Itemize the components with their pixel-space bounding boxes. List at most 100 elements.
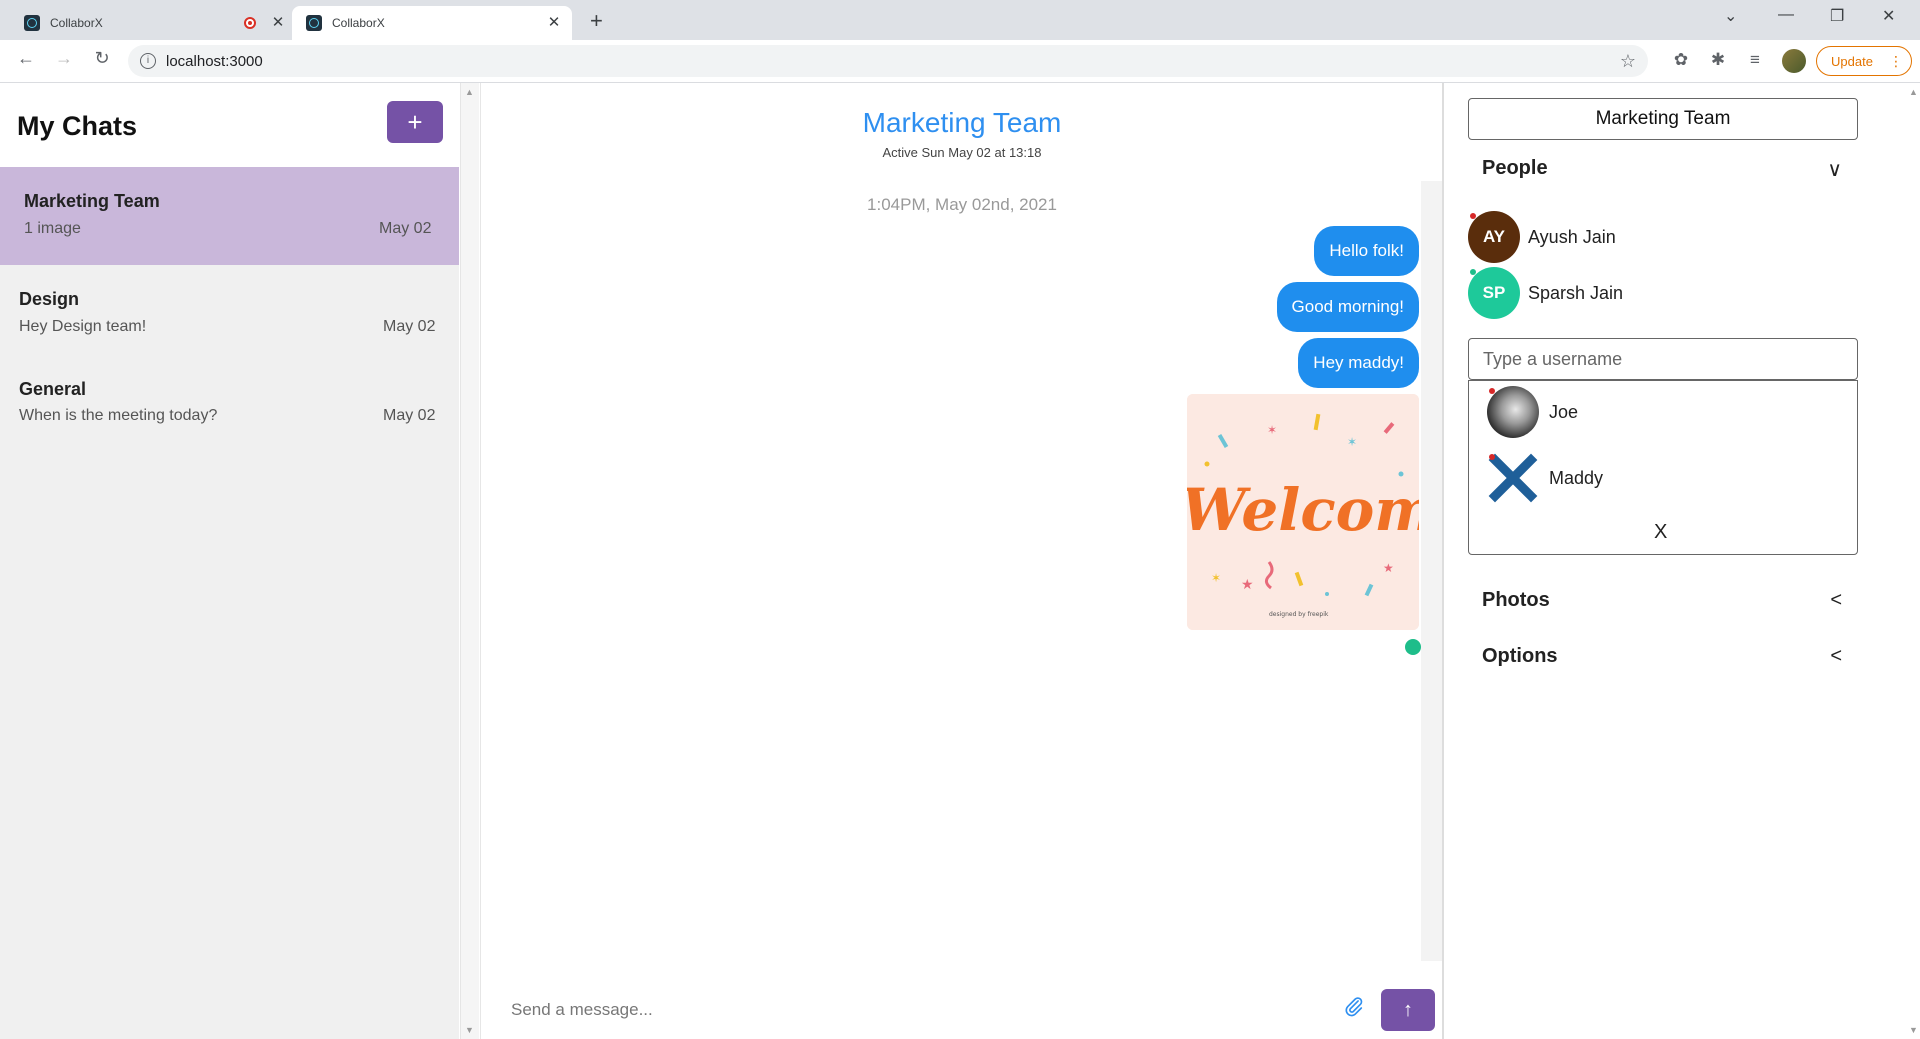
chat-feed: Marketing Team Active Sun May 02 at 13:1… (480, 83, 1443, 1039)
chat-item-marketing-team[interactable]: Marketing Team 1 image May 02 (0, 167, 459, 265)
more-menu-icon: ⋮ (1889, 52, 1903, 69)
people-section-header[interactable]: People ∨ (1482, 157, 1842, 181)
restore-icon[interactable]: ❐ (1830, 6, 1844, 26)
panel-scrollbar[interactable]: ▲ ▼ (1906, 83, 1920, 1039)
close-window-icon[interactable]: ✕ (1882, 6, 1895, 26)
close-tab-icon[interactable]: ✕ (546, 15, 562, 31)
paperclip-icon (1345, 997, 1363, 1017)
avatar: SP (1468, 267, 1520, 319)
offline-status-dot (1489, 454, 1495, 460)
attach-file-icon[interactable] (1343, 995, 1367, 1019)
online-status-dot (1470, 269, 1476, 275)
options-heading: Options (1482, 645, 1558, 667)
avatar: AY (1468, 211, 1520, 263)
reload-icon[interactable]: ↻ (90, 48, 114, 69)
chat-title-field[interactable]: Marketing Team (1468, 98, 1858, 140)
new-tab-icon[interactable]: + (590, 8, 603, 34)
svg-text:✶: ✶ (1347, 435, 1357, 449)
avatar-initials: SP (1482, 283, 1506, 302)
minimize-icon[interactable]: — (1778, 6, 1794, 24)
bookmark-star-icon[interactable]: ☆ (1620, 51, 1636, 72)
svg-text:✶: ✶ (1211, 571, 1221, 585)
address-bar[interactable]: i localhost:3000 ☆ (128, 45, 1648, 77)
chat-title: Marketing Team (862, 107, 1062, 138)
person-name: Sparsh Jain (1528, 282, 1624, 303)
browser-tab-1[interactable]: CollaborX ✕ (14, 6, 286, 40)
person-sparsh-jain[interactable]: SP Sparsh Jain (1468, 267, 1623, 319)
my-chats-heading: My Chats (17, 111, 138, 141)
sidebar-scrollbar[interactable]: ▲ ▼ (460, 83, 479, 1039)
chat-item-design[interactable]: Design Hey Design team! May 02 (0, 265, 459, 355)
read-receipt-dot (1405, 639, 1421, 655)
chevron-left-icon: < (1830, 589, 1842, 611)
chat-name: Design (19, 289, 80, 309)
close-tab-icon[interactable]: ✕ (270, 15, 286, 31)
message-timestamp: 1:04PM, May 02nd, 2021 (867, 195, 1057, 214)
new-chat-button[interactable]: + (387, 101, 443, 143)
welcome-text: Welcome (1187, 476, 1419, 544)
chat-preview: When is the meeting today? (19, 407, 218, 424)
media-queue-icon[interactable]: ≡ (1744, 50, 1766, 70)
url-text: localhost:3000 (166, 52, 263, 70)
chat-list-sidebar: My Chats + Marketing Team 1 image May 02… (0, 83, 459, 1039)
photos-section-header[interactable]: Photos < (1482, 589, 1842, 612)
chat-name: General (19, 379, 87, 399)
chat-preview: 1 image (24, 220, 81, 237)
people-heading: People (1482, 157, 1548, 179)
message-bubble: Hey maddy! (1298, 338, 1419, 388)
offline-status-dot (1470, 213, 1476, 219)
update-button[interactable]: Update ⋮ (1816, 46, 1912, 76)
scroll-down-icon[interactable]: ▼ (1909, 1025, 1918, 1035)
options-section-header[interactable]: Options < (1482, 645, 1842, 668)
chat-name: Marketing Team (24, 191, 160, 211)
avatar (1487, 452, 1539, 504)
image-credit: designed by freepik (1269, 611, 1329, 618)
chat-date: May 02 (379, 220, 432, 237)
svg-text:★: ★ (1241, 577, 1254, 593)
offline-status-dot (1489, 388, 1495, 394)
suggestion-maddy[interactable]: Maddy (1487, 452, 1603, 504)
username-suggestions: Joe Maddy X (1468, 380, 1858, 555)
chat-settings-panel: Marketing Team People ∨ AY Ayush Jain SP… (1442, 83, 1920, 1039)
welcome-illustration: ✶ ✶ ★ ★ ✶ Welcome designed by freepik (1187, 394, 1419, 630)
chat-date: May 02 (383, 318, 436, 335)
collaborx-app: My Chats + Marketing Team 1 image May 02… (0, 83, 1920, 1039)
avatar (1487, 386, 1539, 438)
puzzle-extensions-icon[interactable]: ✱ (1707, 50, 1729, 70)
tab-title: CollaborX (50, 16, 103, 30)
scroll-up-icon[interactable]: ▲ (1909, 87, 1918, 97)
chat-preview: Hey Design team! (19, 318, 147, 335)
react-favicon-icon (24, 15, 40, 31)
person-name: Ayush Jain (1528, 226, 1616, 247)
chat-active-status: Active Sun May 02 at 13:18 (882, 145, 1042, 160)
chat-item-general[interactable]: General When is the meeting today? May 0… (0, 355, 459, 445)
suggestion-joe[interactable]: Joe (1487, 386, 1578, 438)
avatar-initials: AY (1482, 227, 1506, 246)
svg-text:★: ★ (1383, 561, 1394, 575)
close-suggestions-button[interactable]: X (1654, 521, 1667, 544)
browser-toolbar: ← → ↻ i localhost:3000 ☆ ✿ ✱ ≡ Update ⋮ (0, 40, 1920, 83)
browser-tab-bar: CollaborX ✕ CollaborX ✕ + ⌄ — ❐ ✕ (0, 0, 1920, 40)
extension-icon[interactable]: ✿ (1670, 50, 1692, 70)
forward-icon[interactable]: → (52, 48, 76, 69)
browser-tab-2[interactable]: CollaborX ✕ (292, 6, 572, 40)
sidebar-header: My Chats + (0, 83, 459, 167)
back-icon[interactable]: ← (14, 48, 38, 69)
send-button[interactable]: ↑ (1381, 989, 1435, 1031)
scroll-up-icon[interactable]: ▲ (465, 87, 474, 97)
chevron-left-icon: < (1830, 645, 1842, 667)
message-scrollbar[interactable] (1421, 181, 1443, 961)
username-search-input[interactable] (1468, 338, 1858, 380)
message-input[interactable] (509, 993, 1293, 1027)
tab-title: CollaborX (332, 16, 385, 30)
welcome-image-message[interactable]: ✶ ✶ ★ ★ ✶ Welcome designed by freepik (1187, 394, 1419, 630)
tab-search-icon[interactable]: ⌄ (1724, 6, 1737, 26)
info-icon[interactable]: i (140, 53, 156, 69)
message-bubble: Good morning! (1276, 282, 1419, 332)
person-ayush-jain[interactable]: AY Ayush Jain (1468, 211, 1616, 263)
scroll-down-icon[interactable]: ▼ (465, 1025, 474, 1035)
update-label: Update (1831, 53, 1873, 69)
message-bubble: Hello folk! (1314, 226, 1419, 276)
chevron-down-icon: ∨ (1827, 159, 1842, 181)
profile-avatar[interactable] (1782, 49, 1806, 73)
